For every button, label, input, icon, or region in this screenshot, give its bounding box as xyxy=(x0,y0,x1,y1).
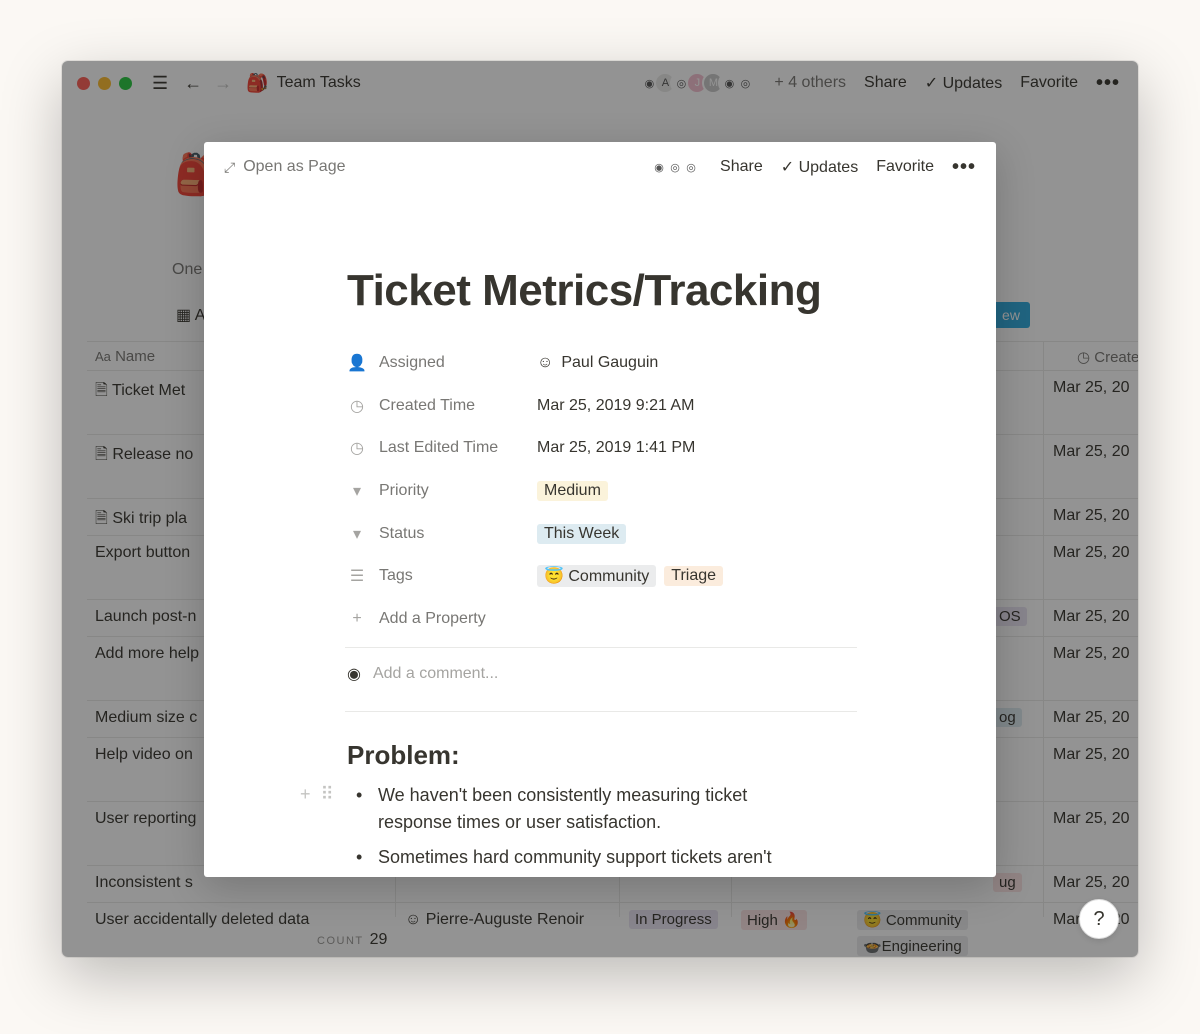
property-label: Assigned xyxy=(379,354,445,372)
property-status[interactable]: ▾ Status This Week xyxy=(347,512,857,555)
priority-tag: Medium xyxy=(537,481,608,502)
property-value: Paul Gauguin xyxy=(561,354,659,372)
collaborator-avatars[interactable]: ◉ ◎ ◎ xyxy=(648,156,703,178)
list-item[interactable]: We haven't been consistently measuring t… xyxy=(356,782,796,836)
block-handles: + ⠿ xyxy=(300,784,334,805)
bullet-list: We haven't been consistently measuring t… xyxy=(356,782,796,877)
clock-icon: ◷ xyxy=(350,397,364,415)
updates-button[interactable]: ✓ Updates xyxy=(781,157,858,177)
community-tag: 😇 Community xyxy=(537,565,657,588)
updates-label: Updates xyxy=(798,159,859,176)
open-as-page-label: Open as Page xyxy=(243,158,346,175)
expand-arrow-icon: ⤢ xyxy=(224,158,236,175)
page-title[interactable]: Ticket Metrics/Tracking xyxy=(347,266,822,316)
drag-handle-icon[interactable]: ⠿ xyxy=(321,784,334,805)
list-icon: ☰ xyxy=(349,568,365,586)
add-property-button[interactable]: + Add a Property xyxy=(347,598,857,641)
more-options-icon[interactable]: ••• xyxy=(952,156,976,179)
property-value: Mar 25, 2019 1:41 PM xyxy=(537,439,696,457)
section-heading[interactable]: Problem: xyxy=(347,740,460,771)
properties-list: 👤 Assigned ☺ Paul Gauguin ◷ Created Time Ma… xyxy=(347,342,857,640)
avatar: ◎ xyxy=(680,156,703,178)
property-value: Mar 25, 2019 9:21 AM xyxy=(537,396,695,414)
list-item[interactable]: Sometimes hard community support tickets… xyxy=(356,844,796,871)
property-label: Last Edited Time xyxy=(379,439,499,457)
property-tags[interactable]: ☰ Tags 😇 Community Triage xyxy=(347,555,857,598)
divider xyxy=(345,711,857,712)
user-avatar-icon: ☺ xyxy=(537,354,554,372)
triage-tag: Triage xyxy=(664,566,724,587)
select-chevron-icon: ▾ xyxy=(352,483,362,501)
add-property-label: Add a Property xyxy=(379,609,486,627)
property-label: Created Time xyxy=(379,396,476,414)
add-block-icon[interactable]: + xyxy=(300,784,311,805)
check-icon: ✓ xyxy=(780,159,795,176)
modal-toolbar: ⤢ Open as Page ◉ ◎ ◎ Share ✓ Updates Fav… xyxy=(204,142,996,192)
person-icon: 👤 xyxy=(347,355,367,373)
property-priority[interactable]: ▾ Priority Medium xyxy=(347,470,857,513)
property-label: Tags xyxy=(379,567,413,585)
property-label: Priority xyxy=(379,482,429,500)
status-tag: This Week xyxy=(537,523,627,544)
comment-placeholder: Add a comment... xyxy=(372,665,499,682)
property-created-time[interactable]: ◷ Created Time Mar 25, 2019 9:21 AM xyxy=(347,385,857,428)
page-peek-modal: ⤢ Open as Page ◉ ◎ ◎ Share ✓ Updates Fav… xyxy=(204,142,996,877)
clock-icon: ◷ xyxy=(350,440,364,458)
comment-input[interactable]: ◉ Add a comment... xyxy=(347,664,498,684)
user-avatar-icon: ◉ xyxy=(347,666,361,683)
select-chevron-icon: ▾ xyxy=(352,525,362,543)
share-button[interactable]: Share xyxy=(720,158,763,176)
property-last-edited-time[interactable]: ◷ Last Edited Time Mar 25, 2019 1:41 PM xyxy=(347,427,857,470)
divider xyxy=(345,647,857,648)
property-label: Status xyxy=(379,524,425,542)
plus-icon: + xyxy=(352,609,362,627)
property-assigned[interactable]: 👤 Assigned ☺ Paul Gauguin xyxy=(347,342,857,385)
open-as-page-button[interactable]: ⤢ Open as Page xyxy=(224,158,346,176)
favorite-button[interactable]: Favorite xyxy=(876,158,934,176)
help-button[interactable]: ? xyxy=(1079,899,1119,939)
app-window: ☰ ← → 🎒 Team Tasks ◉ A ◎ J M ◉ ◎ + 4 oth… xyxy=(62,61,1138,957)
